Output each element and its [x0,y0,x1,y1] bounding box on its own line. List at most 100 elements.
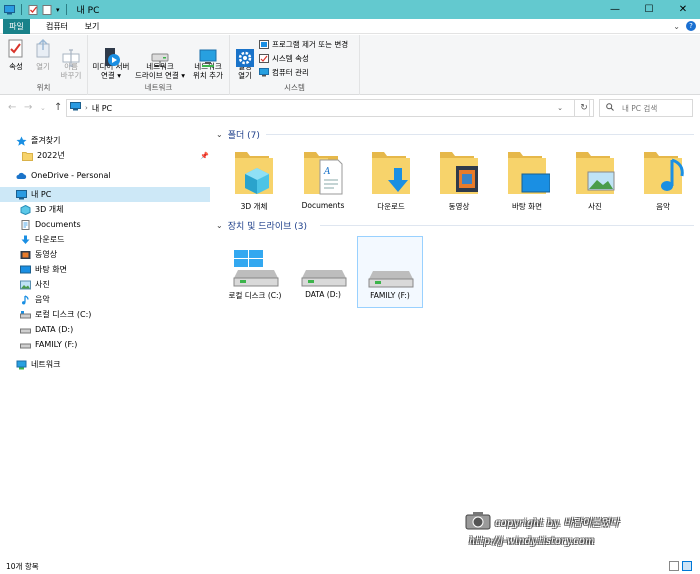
tab-view[interactable]: 보기 [80,19,104,34]
drives-section-header[interactable]: ⌄ 장치 및 드라이브 (3) [216,219,307,232]
up-arrow-icon[interactable]: ↑ [54,102,62,113]
breadcrumb-chevron-icon[interactable]: › [85,104,88,112]
folder-downloads[interactable]: 다운로드 [359,146,423,216]
folder-music[interactable]: 음악 [631,146,695,216]
camera-icon [465,512,491,530]
pin-icon[interactable]: 📌 [200,152,209,160]
rename-button[interactable]: 이름 바꾸기 [58,38,84,80]
forward-arrow-icon[interactable]: → [24,102,32,113]
nav-item-pictures[interactable]: 사진 [0,277,210,292]
nav-item-onedrive[interactable]: OneDrive - Personal [0,168,210,183]
nav-item-3d-objects[interactable]: 3D 개체 [0,202,210,217]
address-row: ← → ⌄ ↑ › 내 PC ⌄ ↻ 내 PC 검색 [0,96,700,120]
collapse-chevron-icon[interactable]: ⌄ [216,221,223,230]
drive-icon [20,310,31,320]
help-icon[interactable]: ? [686,21,696,31]
documents-icon: A [304,152,343,195]
cloud-icon [16,171,27,181]
window-title: 내 PC [76,6,100,16]
back-arrow-icon[interactable]: ← [8,102,16,113]
nav-item-desktop[interactable]: 바탕 화면 [0,262,210,277]
nav-item-drive-c[interactable]: 로컬 디스크 (C:) [0,307,210,322]
nav-item-label: 바탕 화면 [35,265,67,274]
open-label: 열기 [36,62,50,71]
nav-item-label: 내 PC [31,190,52,199]
tab-file[interactable]: 파일 [3,19,30,34]
star-icon [16,136,27,146]
properties-icon [6,38,26,60]
rename-icon [61,38,81,67]
folder-label: 음악 [656,202,670,211]
drive-icon [20,340,31,350]
new-folder-quick-icon[interactable] [42,4,53,15]
section-divider [266,134,694,135]
pc-icon[interactable] [4,4,15,15]
refresh-button[interactable]: ↻ [574,99,594,117]
address-dropdown-icon[interactable]: ⌄ [557,104,563,112]
open-icon [33,38,53,60]
large-icons-view-icon[interactable] [682,561,692,571]
add-network-location-button[interactable]: 네트워크 위치 추가 [188,38,228,80]
network-icon [16,360,27,370]
settings-gear-icon [235,38,255,67]
watermark-url: http://j-windy.tistory.com [469,536,595,547]
nav-item-quick-access[interactable]: 즐겨찾기 [0,133,210,148]
drive-d[interactable]: DATA (D:) [290,236,356,308]
status-bar: 10개 항목 [0,558,700,574]
folders-section-header[interactable]: ⌄ 폴더 (7) [216,128,260,141]
uninstall-program-button[interactable]: 프로그램 제거 또는 변경 [259,39,348,50]
nav-item-label: 3D 개체 [35,205,64,214]
quick-access-dropdown-icon[interactable]: ▾ [56,6,60,14]
folder-videos[interactable]: 동영상 [427,146,491,216]
ribbon-group-network: 미디어 서버 연결 ▾ 네트워크 드라이브 연결 ▾ 네트워크 위치 추가 네트… [88,35,230,95]
search-input[interactable]: 내 PC 검색 [599,99,693,117]
system-properties-button[interactable]: 시스템 속성 [259,53,309,64]
nav-item-network[interactable]: 네트워크 [0,357,210,372]
collapse-ribbon-icon[interactable]: ⌄ [673,22,680,31]
nav-item-this-pc[interactable]: 내 PC [0,187,210,202]
folder-documents[interactable]: A Documents [291,146,355,216]
nav-item-drive-f[interactable]: FAMILY (F:) [0,337,210,352]
nav-item-label: 다운로드 [35,235,65,244]
close-button[interactable]: ✕ [666,0,700,19]
video-icon [20,250,31,260]
music-icon [644,152,684,194]
recent-locations-chevron-icon[interactable]: ⌄ [40,104,46,112]
windows-drive-icon [233,250,279,287]
drive-c[interactable]: 로컬 디스크 (C:) [222,236,288,308]
nav-item-documents[interactable]: Documents [0,217,210,232]
folder-label: 사진 [588,202,602,211]
address-bar[interactable]: › 내 PC ⌄ [66,99,590,117]
media-server-button[interactable]: 미디어 서버 연결 ▾ [90,38,132,80]
3d-objects-icon [235,152,273,194]
map-network-drive-button[interactable]: 네트워크 드라이브 연결 ▾ [134,38,186,80]
drive-label: 로컬 디스크 (C:) [228,291,282,300]
maximize-button[interactable]: ☐ [632,0,666,19]
collapse-chevron-icon[interactable]: ⌄ [216,130,223,139]
folder-desktop[interactable]: 바탕 화면 [495,146,559,216]
open-button[interactable]: 열기 [32,38,54,71]
folder-3d-objects[interactable]: 3D 개체 [222,146,286,216]
address-path[interactable]: 내 PC [92,103,112,114]
drive-icon [368,271,414,288]
folder-pictures[interactable]: 사진 [563,146,627,216]
title-bar: ▾ 내 PC — ☐ ✕ [0,0,700,19]
properties-quick-icon[interactable] [28,4,39,15]
nav-item-label: 즐겨찾기 [31,136,61,145]
media-server-icon [101,38,121,66]
computer-management-button[interactable]: 컴퓨터 관리 [259,67,309,78]
nav-item-drive-d[interactable]: DATA (D:) [0,322,210,337]
nav-item-music[interactable]: 음악 [0,292,210,307]
nav-item-2022[interactable]: 2022년 📌 [0,148,210,163]
details-view-icon[interactable] [669,561,679,571]
properties-button[interactable]: 속성 [5,38,27,71]
nav-item-downloads[interactable]: 다운로드 [0,232,210,247]
ribbon-group-location: 속성 열기 이름 바꾸기 위치 [0,35,88,95]
minimize-button[interactable]: — [598,0,632,19]
drive-f[interactable]: FAMILY (F:) [357,236,423,308]
tab-computer[interactable]: 컴퓨터 [40,19,74,34]
watermark: copyright by. 바람이불었다 http://j-windy.tist… [465,508,675,553]
open-settings-button[interactable]: 설정 열기 [232,38,258,80]
nav-item-videos[interactable]: 동영상 [0,247,210,262]
download-icon [372,152,410,194]
